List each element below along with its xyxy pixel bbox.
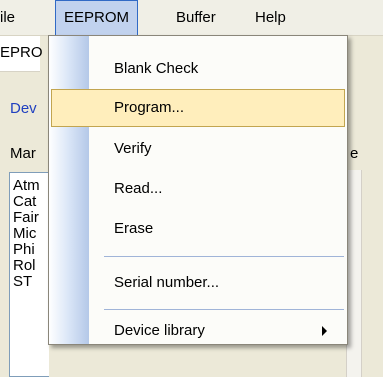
menu-item-label: Blank Check [114, 60, 199, 77]
right-label: e [350, 145, 359, 162]
device-label: Dev [10, 100, 37, 117]
menu-buffer[interactable]: Buffer [176, 0, 216, 36]
menu-item-label: Program... [114, 99, 185, 116]
list-item[interactable]: Atm [13, 177, 40, 194]
tab-eprom[interactable]: EPRO [0, 44, 43, 61]
menu-item-program[interactable]: Program... [51, 89, 345, 127]
menu-item-serial-number[interactable]: Serial number... [51, 264, 345, 302]
submenu-arrow-icon [322, 326, 327, 336]
menu-item-label: Device library [114, 322, 205, 339]
list-item[interactable]: Cat [13, 193, 36, 210]
menu-help[interactable]: Help [255, 0, 286, 36]
menu-item-label: Verify [114, 140, 152, 157]
menu-item-erase[interactable]: Erase [51, 210, 345, 248]
list-item[interactable]: Fair [13, 209, 39, 226]
menu-item-blank-check[interactable]: Blank Check [51, 50, 345, 88]
menu-item-verify[interactable]: Verify [51, 130, 345, 168]
menu-separator [104, 256, 344, 257]
list-item[interactable]: Rol [13, 257, 36, 274]
menu-item-label: Erase [114, 220, 154, 237]
right-scrollbar[interactable] [346, 170, 362, 377]
menu-item-read[interactable]: Read... [51, 170, 345, 208]
menu-file[interactable]: ile [0, 0, 15, 36]
menu-separator [104, 309, 344, 310]
menu-item-label: Read... [114, 180, 163, 197]
list-item[interactable]: Phi [13, 241, 35, 258]
menubar: ile EEPROM Buffer Help [0, 0, 383, 36]
list-item[interactable]: Mic [13, 225, 36, 242]
menu-eeprom[interactable]: EEPROM [55, 0, 139, 36]
eeprom-dropdown-menu: Blank Check Program... Verify Read... Er… [48, 35, 348, 345]
list-item[interactable]: ST [13, 273, 32, 290]
menu-item-device-library[interactable]: Device library [51, 312, 345, 350]
manufacturer-label: Mar [10, 145, 36, 162]
menu-item-label: Serial number... [114, 274, 220, 291]
